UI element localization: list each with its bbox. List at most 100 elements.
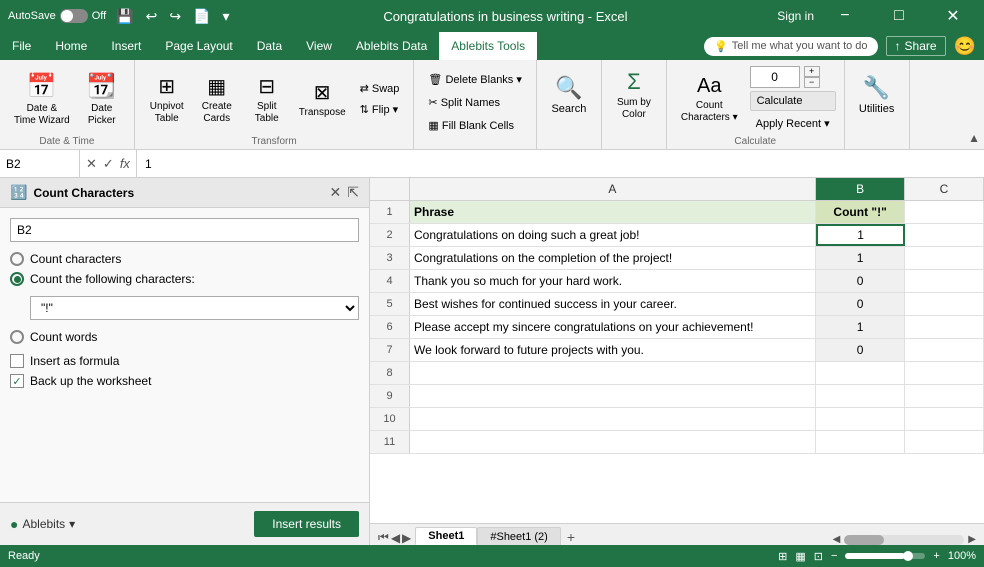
delete-blanks-button[interactable]: 🗑 Delete Blanks ▾ xyxy=(422,70,527,89)
insert-formula-checkbox-item[interactable]: Insert as formula xyxy=(10,354,359,368)
menu-file[interactable]: File xyxy=(0,32,43,60)
cell-c5[interactable] xyxy=(905,293,984,315)
cell-a6[interactable]: Please accept my sincere congratulations… xyxy=(410,316,816,338)
sum-by-color-button[interactable]: Σ Sum byColor xyxy=(610,64,658,126)
cell-b5[interactable]: 0 xyxy=(816,293,905,315)
col-header-b[interactable]: B xyxy=(816,178,905,200)
fill-blank-cells-button[interactable]: ▦ Fill Blank Cells xyxy=(422,116,527,135)
cell-c3[interactable] xyxy=(905,247,984,269)
cell-b11[interactable] xyxy=(816,431,905,453)
apply-recent-button[interactable]: Apply Recent ▾ xyxy=(750,114,836,133)
menu-data[interactable]: Data xyxy=(245,32,294,60)
cell-b9[interactable] xyxy=(816,385,905,407)
confirm-formula-button[interactable]: ✓ xyxy=(103,156,114,172)
cell-a9[interactable] xyxy=(410,385,816,407)
menu-ablebits-tools[interactable]: Ablebits Tools xyxy=(439,32,537,60)
scroll-left-icon[interactable]: ◀ xyxy=(833,534,841,545)
undo-icon[interactable]: ↩ xyxy=(142,6,162,27)
horizontal-scrollbar[interactable] xyxy=(844,535,964,545)
transpose-button[interactable]: ⊠ Transpose xyxy=(293,64,352,134)
cell-c4[interactable] xyxy=(905,270,984,292)
cell-a7[interactable]: We look forward to future projects with … xyxy=(410,339,816,361)
cell-b10[interactable] xyxy=(816,408,905,430)
cell-a2[interactable]: Congratulations on doing such a great jo… xyxy=(410,224,816,246)
tell-me-box[interactable]: 💡 Tell me what you want to do xyxy=(704,37,877,56)
calculate-button[interactable]: Calculate xyxy=(750,91,836,111)
cell-b3[interactable]: 1 xyxy=(816,247,905,269)
count-following-option[interactable]: Count the following characters: xyxy=(10,272,359,286)
count-chars-option[interactable]: Count characters xyxy=(10,252,359,266)
panel-close-button[interactable]: ✕ xyxy=(330,184,342,201)
zoom-knob[interactable] xyxy=(903,551,913,561)
scroll-right-icon[interactable]: ▶ xyxy=(968,534,976,545)
cell-c7[interactable] xyxy=(905,339,984,361)
sheet-tab-1[interactable]: Sheet1 xyxy=(415,527,477,545)
panel-expand-button[interactable]: ⇱ xyxy=(347,184,359,201)
cancel-formula-button[interactable]: ✕ xyxy=(86,156,97,172)
cell-b4[interactable]: 0 xyxy=(816,270,905,292)
cell-c10[interactable] xyxy=(905,408,984,430)
cell-a8[interactable] xyxy=(410,362,816,384)
zoom-slider[interactable] xyxy=(845,553,925,559)
ribbon-collapse-button[interactable]: ▲ xyxy=(968,131,980,145)
cell-reference-input[interactable] xyxy=(10,218,359,242)
zoom-plus[interactable]: + xyxy=(933,550,939,562)
count-following-radio[interactable] xyxy=(10,272,24,286)
save-icon[interactable]: 💾 xyxy=(112,6,137,27)
tab-next-button[interactable]: ▶ xyxy=(402,531,411,545)
cell-c6[interactable] xyxy=(905,316,984,338)
date-time-wizard-button[interactable]: 📅 Date &Time Wizard xyxy=(8,64,76,134)
menu-home[interactable]: Home xyxy=(43,32,99,60)
calc-number-input[interactable] xyxy=(750,66,800,88)
cell-a4[interactable]: Thank you so much for your hard work. xyxy=(410,270,816,292)
split-table-button[interactable]: ⊟ SplitTable xyxy=(243,64,291,134)
col-header-c[interactable]: C xyxy=(905,178,984,200)
tab-prev-button[interactable]: ◀ xyxy=(391,531,400,545)
menu-view[interactable]: View xyxy=(294,32,344,60)
new-doc-icon[interactable]: 📄 xyxy=(189,6,214,27)
cell-c2[interactable] xyxy=(905,224,984,246)
autosave-pill[interactable] xyxy=(60,9,88,23)
minimize-button[interactable]: − xyxy=(822,0,868,32)
flip-button[interactable]: ⇅ Flip ▾ xyxy=(354,100,406,119)
add-sheet-button[interactable]: + xyxy=(561,529,581,545)
zoom-minus[interactable]: − xyxy=(831,550,837,562)
col-c-header[interactable] xyxy=(905,201,984,223)
fx-button[interactable]: fx xyxy=(120,156,130,171)
cell-c9[interactable] xyxy=(905,385,984,407)
insert-formula-checkbox[interactable] xyxy=(10,354,24,368)
cell-c8[interactable] xyxy=(905,362,984,384)
count-words-radio[interactable] xyxy=(10,330,24,344)
signin-button[interactable]: Sign in xyxy=(777,9,814,23)
customize-icon[interactable]: ▾ xyxy=(219,6,234,27)
share-button[interactable]: ↑ Share xyxy=(886,36,946,56)
cell-a5[interactable]: Best wishes for continued success in you… xyxy=(410,293,816,315)
utilities-button[interactable]: 🔧 Utilities xyxy=(853,64,901,126)
count-characters-button[interactable]: Aa CountCharacters ▾ xyxy=(675,68,744,130)
user-emoji[interactable]: 😊 xyxy=(954,36,976,57)
search-button[interactable]: 🔍 Search xyxy=(545,64,593,126)
menu-insert[interactable]: Insert xyxy=(99,32,153,60)
col-header-a[interactable]: A xyxy=(410,178,817,200)
tab-first-button[interactable]: ⏮ xyxy=(378,530,389,545)
sheet-tab-2[interactable]: #Sheet1 (2) xyxy=(477,527,560,545)
autosave-toggle[interactable]: AutoSave Off xyxy=(8,9,106,23)
ablebits-dropdown-icon[interactable]: ▾ xyxy=(69,517,75,531)
cell-c11[interactable] xyxy=(905,431,984,453)
menu-ablebits-data[interactable]: Ablebits Data xyxy=(344,32,439,60)
create-cards-button[interactable]: ▦ CreateCards xyxy=(193,64,241,134)
cell-b8[interactable] xyxy=(816,362,905,384)
cell-b6[interactable]: 1 xyxy=(816,316,905,338)
cell-a3[interactable]: Congratulations on the completion of the… xyxy=(410,247,816,269)
count-chars-radio[interactable] xyxy=(10,252,24,266)
maximize-button[interactable]: □ xyxy=(876,0,922,32)
name-box[interactable]: B2 xyxy=(0,150,80,177)
cell-b7[interactable]: 0 xyxy=(816,339,905,361)
increment-button[interactable]: + xyxy=(804,66,820,77)
decrement-button[interactable]: − xyxy=(804,77,820,88)
count-header[interactable]: Count "!" xyxy=(816,201,905,223)
insert-results-button[interactable]: Insert results xyxy=(254,511,359,537)
phrase-header[interactable]: Phrase xyxy=(410,201,816,223)
split-names-button[interactable]: ✂ Split Names xyxy=(422,93,527,112)
backup-worksheet-checkbox-item[interactable]: Back up the worksheet xyxy=(10,374,359,388)
